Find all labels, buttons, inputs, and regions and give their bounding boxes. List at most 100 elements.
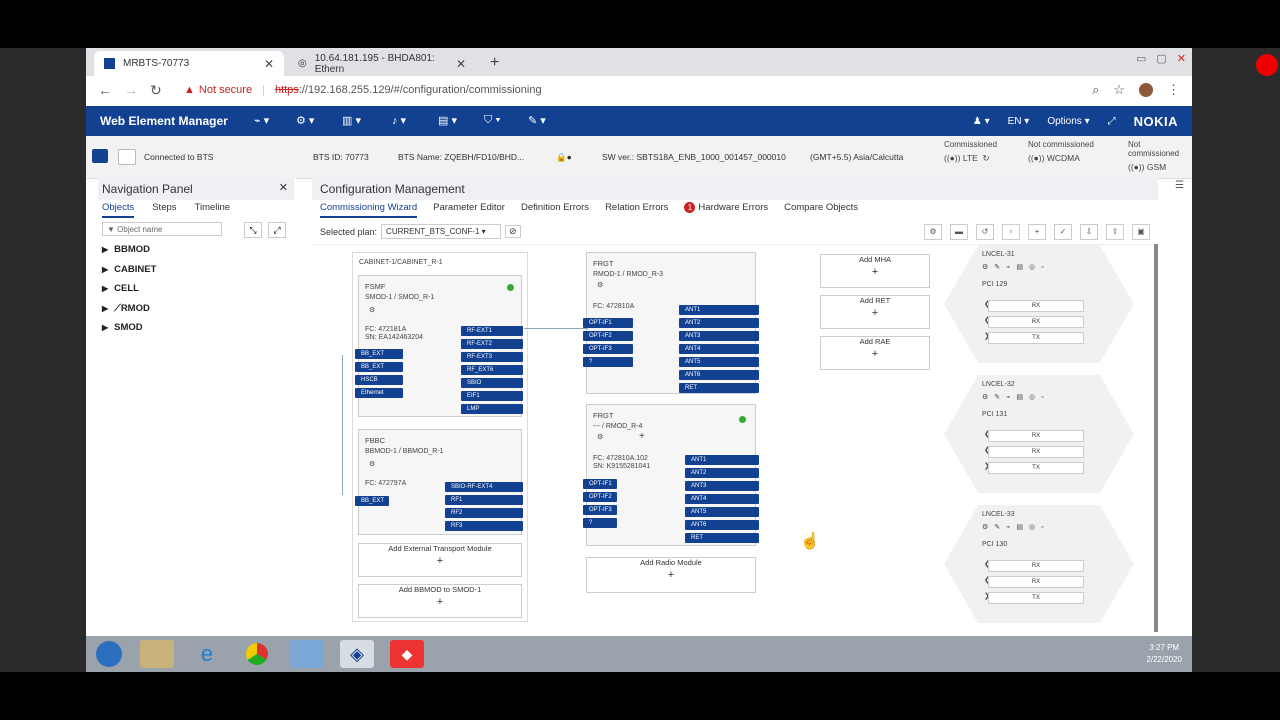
back-icon[interactable]: ← — [98, 82, 112, 98]
port-sbio-rf-ext4[interactable]: SBIO-RF-EXT4 — [445, 482, 523, 492]
options-menu[interactable]: Options ▾ — [1047, 116, 1089, 127]
collapse-icon[interactable]: ⤡ — [244, 222, 262, 238]
tab-objects[interactable]: Objects — [102, 202, 135, 218]
close-tab-icon[interactable]: ✕ — [456, 57, 466, 71]
port-ant3[interactable]: ANT3 — [685, 481, 759, 491]
port-ant6[interactable]: ANT6 — [685, 520, 759, 530]
folder-icon[interactable]: ▬ — [950, 224, 968, 240]
vpn-app-icon[interactable]: ◈ — [340, 640, 374, 668]
cell-tools-icons[interactable]: ⚙✎⌁▤◎▫ — [982, 263, 1050, 271]
gear-icon[interactable]: ⚙ — [369, 460, 375, 468]
cell-lncel-31[interactable]: LNCEL-31 ⚙✎⌁▤◎▫ PCI 129 ❮ RX ❮ RX ❯ TX — [944, 245, 1134, 363]
port-bb-ext[interactable]: BB_EXT — [355, 496, 389, 506]
port-rf-ext2[interactable]: RF-EXT2 — [461, 339, 523, 349]
port-ret[interactable]: RET — [679, 383, 759, 393]
undo-icon[interactable]: ↺ — [976, 224, 994, 240]
maximize-icon[interactable]: ▢ — [1156, 52, 1166, 65]
port-opt-if1[interactable]: OPT-IF1 — [583, 318, 633, 328]
port-unknown[interactable]: ? — [583, 518, 617, 528]
port-sbio[interactable]: SBIO — [461, 378, 523, 388]
tree-item-smod[interactable]: ▶ SMOD — [102, 322, 156, 342]
network-app-icon[interactable] — [290, 640, 324, 668]
gear-icon[interactable]: ⚙ — [597, 281, 603, 289]
tab-parameter-editor[interactable]: Parameter Editor — [433, 202, 505, 218]
port-ant6[interactable]: ANT6 — [679, 370, 759, 380]
settings-icon[interactable]: ⚙ — [924, 224, 942, 240]
new-tab-icon[interactable]: + — [490, 54, 499, 72]
remote-app-icon[interactable]: ◆ — [390, 640, 424, 668]
validate-icon[interactable]: ✓ — [1054, 224, 1072, 240]
url-field[interactable]: ▲ Not secure | https://192.168.255.129/#… — [184, 84, 542, 96]
port-rf-ext1[interactable]: RF-EXT1 — [461, 326, 523, 336]
rss-menu-icon[interactable]: ⌁ ▾ — [254, 114, 269, 127]
canvas-scrollbar[interactable] — [1154, 244, 1158, 632]
add-icon[interactable]: + — [1028, 224, 1046, 240]
file-explorer-icon[interactable] — [140, 640, 174, 668]
disconnect-button[interactable] — [118, 149, 136, 165]
port-ethernet[interactable]: Ethernet — [355, 388, 403, 398]
tab-hardware-errors[interactable]: 1 Hardware Errors — [684, 202, 768, 218]
browser-tab-active[interactable]: MRBTS-70773 ✕ — [94, 51, 284, 76]
add-ret-button[interactable]: Add RET + — [820, 295, 930, 329]
tree-item-cabinet[interactable]: ▶ CABINET — [102, 264, 156, 284]
port-ant5[interactable]: ANT5 — [679, 357, 759, 367]
port-ant4[interactable]: ANT4 — [679, 344, 759, 354]
forward-icon[interactable]: → — [124, 82, 138, 98]
object-search-input[interactable]: ▼ Object name — [102, 222, 222, 236]
port-eif1[interactable]: EIF1 — [461, 391, 523, 401]
frgt-module-2[interactable]: FRGT --- / RMOD_R-4 ⚙ + FC: 472810A.102 … — [583, 404, 759, 546]
port-rf-ext6[interactable]: RF_EXT6 — [461, 365, 523, 375]
port-opt-if3[interactable]: OPT-IF3 — [583, 505, 617, 515]
chart-menu-icon[interactable]: ▥ ▾ — [342, 114, 361, 127]
add-mha-button[interactable]: Add MHA + — [820, 254, 930, 288]
tab-compare-objects[interactable]: Compare Objects — [784, 202, 858, 218]
list-menu-icon[interactable]: ☰ — [1175, 180, 1184, 191]
fullscreen-icon[interactable]: ⤢ — [1108, 116, 1116, 127]
expand-icon[interactable]: ⤢ — [268, 222, 286, 238]
language-select[interactable]: EN ▾ — [1008, 116, 1030, 127]
close-tab-icon[interactable]: ✕ — [264, 57, 274, 71]
chrome-icon[interactable] — [240, 640, 274, 668]
add-bbmod-button[interactable]: Add BBMOD to SMOD-1 + — [358, 584, 522, 618]
cell-tools-icons[interactable]: ⚙✎⌁▤◎▫ — [982, 393, 1050, 401]
tab-definition-errors[interactable]: Definition Errors — [521, 202, 589, 218]
menu-kebab-icon[interactable]: ⋮ — [1167, 82, 1180, 98]
tree-item-bbmod[interactable]: ▶ BBMOD — [102, 244, 156, 264]
start-button[interactable] — [92, 640, 126, 668]
port-opt-if2[interactable]: OPT-IF2 — [583, 492, 617, 502]
tab-commissioning-wizard[interactable]: Commissioning Wizard — [320, 202, 418, 218]
port-ant2[interactable]: ANT2 — [679, 318, 759, 328]
port-hscb[interactable]: HSCB — [355, 375, 403, 385]
port-ant1[interactable]: ANT1 — [679, 305, 759, 315]
port-rf3[interactable]: RF3 — [445, 521, 523, 531]
port-ant5[interactable]: ANT5 — [685, 507, 759, 517]
download-icon[interactable]: ⇩ — [1080, 224, 1098, 240]
connect-button[interactable] — [92, 149, 108, 163]
port-rf2[interactable]: RF2 — [445, 508, 523, 518]
port-rf1[interactable]: RF1 — [445, 495, 523, 505]
minimize-icon[interactable]: ▭ — [1136, 52, 1146, 65]
add-transport-module-button[interactable]: Add External Transport Module + — [358, 543, 522, 577]
port-rf-ext3[interactable]: RF-EXT3 — [461, 352, 523, 362]
port-unknown[interactable]: ? — [583, 357, 633, 367]
port-opt-if2[interactable]: OPT-IF2 — [583, 331, 633, 341]
port-ant3[interactable]: ANT3 — [679, 331, 759, 341]
frgt-module-1[interactable]: FRGT RMOD-1 / RMOD_R-3 ⚙ FC: 472810A OPT… — [583, 252, 759, 394]
port-lmp[interactable]: LMP — [461, 404, 523, 414]
tab-relation-errors[interactable]: Relation Errors — [605, 202, 668, 218]
add-rae-button[interactable]: Add RAE + — [820, 336, 930, 370]
save-icon[interactable]: ▣ — [1132, 224, 1150, 240]
tools-menu-icon[interactable]: ✎ ▾ — [528, 114, 546, 127]
shield-menu-icon[interactable]: ⛉ ▾ — [484, 114, 501, 127]
gear-icon[interactable]: ⚙ — [369, 306, 375, 314]
port-ret[interactable]: RET — [685, 533, 759, 543]
internet-explorer-icon[interactable]: e — [190, 640, 224, 668]
port-opt-if1[interactable]: OPT-IF1 — [583, 479, 617, 489]
tree-item-rmod[interactable]: ▶ ⟋RMOD — [102, 303, 156, 323]
cell-lncel-33[interactable]: LNCEL-33 ⚙✎⌁▤◎▫ PCI 130 ❮ RX ❮ RX ❯ TX — [944, 505, 1134, 623]
bookmark-star-icon[interactable]: ☆ — [1113, 82, 1125, 98]
reload-icon[interactable]: ↻ — [150, 82, 162, 99]
gear-menu-icon[interactable]: ⚙ ▾ — [296, 114, 314, 127]
cabinet-box[interactable]: CABINET-1/CABINET_R-1 FSMF SMOD-1 / SMOD… — [352, 252, 528, 622]
close-icon[interactable]: ✕ — [279, 181, 288, 194]
